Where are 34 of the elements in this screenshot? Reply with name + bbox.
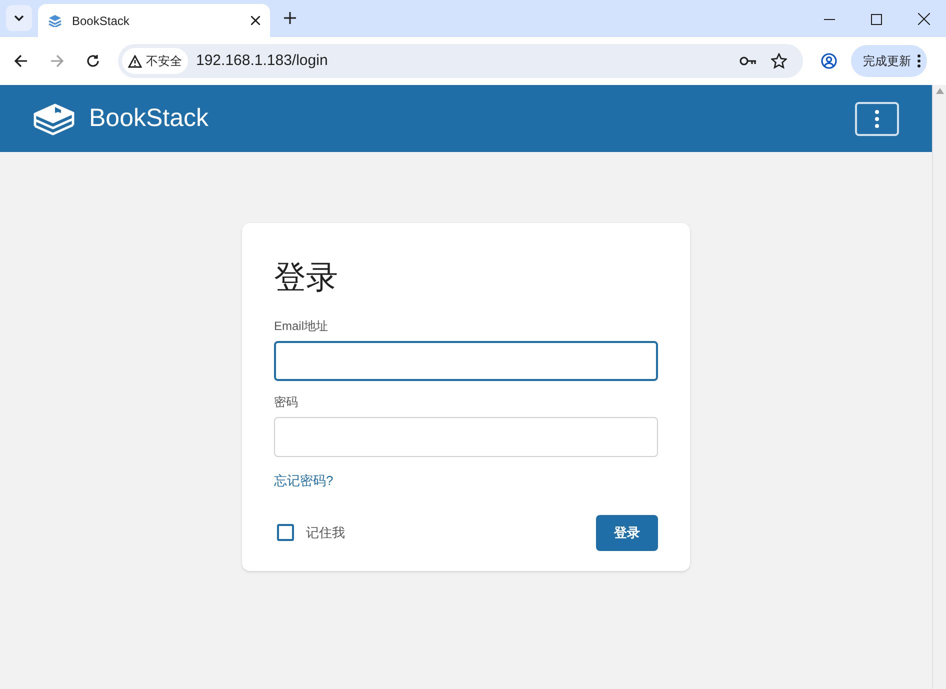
new-tab-icon[interactable] (284, 12, 296, 24)
remember-label[interactable]: 记住我 (306, 522, 345, 542)
books-icon (48, 14, 62, 27)
maximize-icon[interactable] (871, 14, 882, 24)
close-icon[interactable] (918, 13, 930, 25)
scrollbar[interactable] (932, 85, 946, 689)
profile-icon[interactable] (821, 53, 837, 69)
more-icon (917, 54, 921, 68)
login-title: 登录 (274, 258, 339, 297)
security-label: 不安全 (146, 53, 182, 70)
more-icon (875, 110, 879, 128)
url-text: 192.168.1.183/login (196, 50, 328, 71)
login-button[interactable]: 登录 (596, 514, 658, 550)
app-name[interactable]: BookStack (89, 100, 209, 138)
address-bar[interactable]: 不安全 192.168.1.183/login (118, 44, 803, 78)
tab-title: BookStack (72, 12, 130, 30)
forgot-password-link[interactable]: 忘记密码? (274, 471, 334, 490)
reload-icon[interactable] (86, 54, 100, 68)
key-icon[interactable] (739, 56, 757, 66)
star-icon[interactable] (771, 53, 787, 69)
caret-icon (14, 15, 24, 21)
close-tab-icon[interactable] (251, 16, 260, 25)
back-icon[interactable] (14, 54, 28, 68)
security-chip[interactable]: 不安全 (122, 48, 188, 74)
update-button[interactable]: 完成更新 (851, 45, 927, 77)
remember-checkbox[interactable] (277, 524, 294, 541)
field-label: 密码 (274, 394, 299, 411)
field-label: Email地址 (274, 318, 330, 335)
forward-icon[interactable] (50, 54, 64, 68)
menu-button[interactable] (855, 102, 899, 136)
input-field[interactable] (274, 341, 658, 381)
warning-icon (128, 54, 142, 68)
tab-search-button[interactable] (6, 5, 32, 31)
browser-tab[interactable]: BookStack (38, 4, 270, 37)
